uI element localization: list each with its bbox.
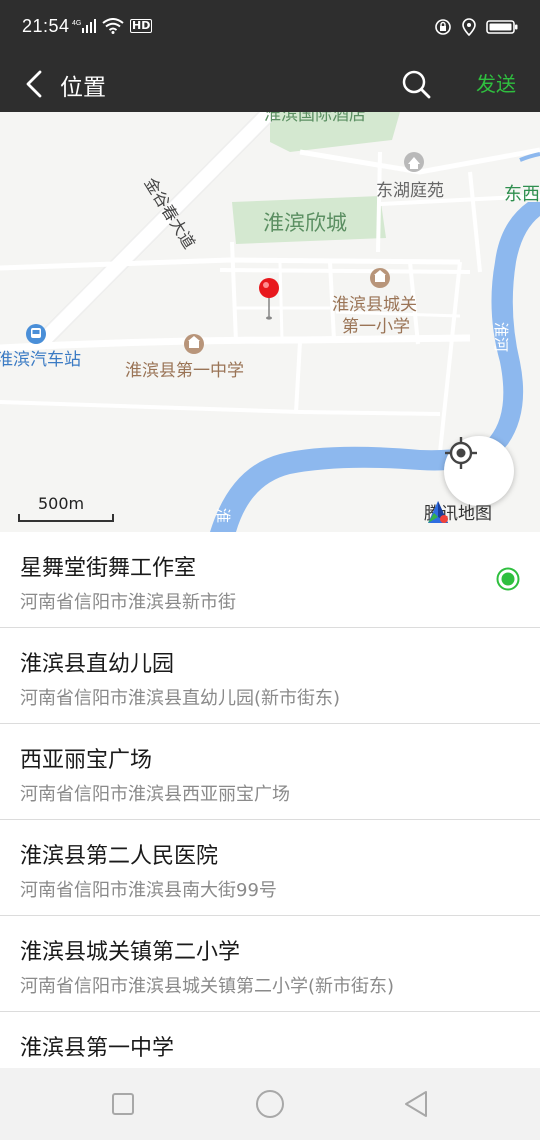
road-v1 bbox=[230, 241, 238, 343]
triangle-back-icon bbox=[405, 1091, 427, 1117]
map-scale: 500m bbox=[18, 492, 114, 524]
map-label-bus-station: 淮滨汽车站 bbox=[0, 350, 81, 370]
location-title: 淮滨县直幼儿园 bbox=[20, 652, 175, 677]
map-provider: 腾讯地图 bbox=[424, 499, 492, 524]
location-address: 河南省信阳市淮滨县城关镇第二小学(新市街东) bbox=[20, 976, 395, 997]
location-address: 河南省信阳市淮滨县直幼儿园(新市街东) bbox=[20, 688, 341, 709]
location-address: 河南省信阳市淮滨县新市街 bbox=[20, 592, 236, 613]
page-title: 位置 bbox=[60, 75, 106, 101]
location-title: 星舞堂街舞工作室 bbox=[20, 556, 197, 581]
status-time: 21:54 bbox=[22, 16, 70, 36]
location-title: 淮滨县城关镇第二小学 bbox=[20, 940, 241, 965]
network-type: 4G bbox=[72, 20, 81, 27]
lock-rotation-icon bbox=[435, 19, 451, 35]
road-south bbox=[0, 400, 441, 416]
road-grid-c bbox=[278, 261, 284, 341]
map-label-top-fragment: 淮滨国际酒店 bbox=[264, 112, 366, 125]
bus-station-icon bbox=[26, 324, 46, 344]
title-bar: 位置 发送 bbox=[0, 56, 540, 112]
list-item[interactable]: 淮滨县第二人民医院 河南省信阳市淮滨县南大街99号 bbox=[0, 820, 540, 916]
road-middle bbox=[219, 268, 471, 274]
status-left-icons: 4G HD bbox=[72, 18, 153, 34]
map-label-east-edge: 东西 bbox=[504, 184, 540, 205]
scale-bar bbox=[18, 514, 114, 522]
hd-icon: HD bbox=[130, 19, 153, 33]
road-v4 bbox=[438, 261, 462, 453]
battery-icon bbox=[486, 20, 518, 34]
map-label-east-lake: 东湖庭苑 bbox=[376, 181, 444, 201]
locate-icon bbox=[445, 437, 477, 469]
map-pin-icon bbox=[259, 278, 279, 320]
back-nav-button[interactable] bbox=[398, 1086, 434, 1122]
square-icon bbox=[112, 1093, 134, 1115]
location-title: 西亚丽宝广场 bbox=[20, 748, 153, 773]
recents-button[interactable] bbox=[105, 1086, 141, 1122]
list-item[interactable]: 淮滨县第一中学 bbox=[0, 1012, 540, 1068]
school-icon-first-middle bbox=[184, 334, 204, 354]
location-address: 河南省信阳市淮滨县西亚丽宝广场 bbox=[20, 784, 290, 805]
locate-button[interactable] bbox=[444, 436, 514, 506]
location-icon bbox=[462, 18, 476, 36]
system-nav-bar bbox=[0, 1068, 540, 1140]
search-button[interactable] bbox=[396, 62, 436, 106]
map-label-first-middle: 淮滨县第一中学 bbox=[125, 361, 244, 381]
road-north bbox=[0, 257, 461, 271]
location-list[interactable]: 星舞堂街舞工作室 河南省信阳市淮滨县新市街 淮滨县直幼儿园 河南省信阳市淮滨县直… bbox=[0, 532, 540, 1068]
map-label-xincheng: 淮滨欣城 bbox=[263, 211, 347, 235]
send-button[interactable]: 发送 bbox=[476, 68, 516, 97]
location-title: 淮滨县第一中学 bbox=[20, 1036, 175, 1061]
road-v5 bbox=[376, 151, 382, 253]
scale-label: 500m bbox=[38, 494, 85, 513]
list-item[interactable]: 星舞堂街舞工作室 河南省信阳市淮滨县新市街 bbox=[0, 532, 540, 628]
road-v7 bbox=[294, 341, 302, 413]
home-button[interactable] bbox=[252, 1086, 288, 1122]
house-icon bbox=[404, 152, 424, 172]
map-label-river-bottom: 淮 bbox=[214, 508, 232, 524]
back-icon bbox=[26, 70, 42, 98]
status-right-icons bbox=[434, 18, 518, 36]
location-title: 淮滨县第二人民医院 bbox=[20, 844, 219, 869]
road-v6 bbox=[468, 171, 482, 273]
circle-icon bbox=[256, 1090, 284, 1118]
tencent-map-logo-icon bbox=[428, 501, 448, 523]
list-item[interactable]: 淮滨县城关镇第二小学 河南省信阳市淮滨县城关镇第二小学(新市街东) bbox=[0, 916, 540, 1012]
selected-radio-icon bbox=[496, 567, 520, 591]
location-address: 河南省信阳市淮滨县南大街99号 bbox=[20, 880, 277, 901]
signal-icon: 4G bbox=[72, 19, 96, 33]
wifi-icon bbox=[102, 18, 124, 34]
status-bar: 21:54 4G HD bbox=[0, 0, 540, 56]
list-item[interactable]: 淮滨县直幼儿园 河南省信阳市淮滨县直幼儿园(新市街东) bbox=[0, 628, 540, 724]
list-item[interactable]: 西亚丽宝广场 河南省信阳市淮滨县西亚丽宝广场 bbox=[0, 724, 540, 820]
map-label-chengguan-2: 第一小学 bbox=[342, 317, 410, 337]
search-icon bbox=[402, 70, 431, 99]
back-button[interactable] bbox=[14, 62, 54, 106]
school-icon-chengguan bbox=[370, 268, 390, 288]
map-view[interactable]: 淮滨国际酒店 金谷春大道 东湖庭苑 东西 淮滨欣城 淮滨县城关 第一小学 淮滨汽… bbox=[0, 112, 540, 532]
map-label-river: 淮河 bbox=[492, 322, 510, 353]
